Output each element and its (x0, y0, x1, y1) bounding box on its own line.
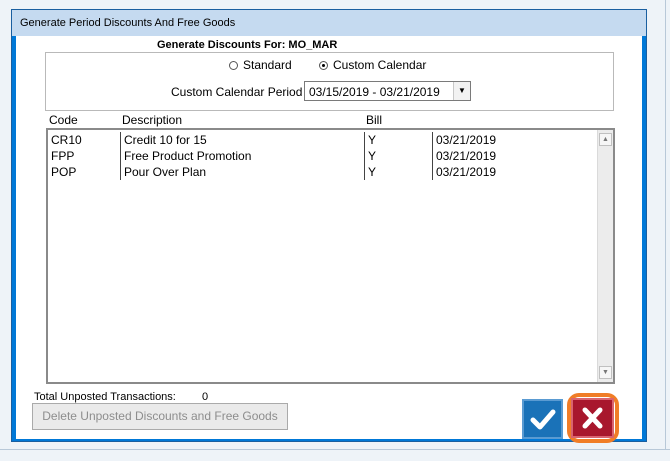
table-row[interactable]: FPP Free Product Promotion Y 03/21/2019 (48, 148, 599, 164)
cell-description: Credit 10 for 15 (120, 132, 364, 148)
cell-date: 03/21/2019 (432, 164, 552, 180)
column-header-description[interactable]: Description (122, 113, 182, 127)
total-unposted-value: 0 (202, 391, 209, 403)
generate-for-header: Generate Discounts For: MO_MAR (157, 39, 337, 51)
scroll-up-icon[interactable]: ▲ (599, 133, 612, 146)
chevron-down-icon[interactable]: ▼ (453, 82, 470, 100)
generate-for-value: MO_MAR (288, 39, 338, 51)
total-unposted-label: Total Unposted Transactions: (34, 391, 176, 403)
cell-description: Pour Over Plan (120, 164, 364, 180)
custom-calendar-radio[interactable]: Custom Calendar (319, 58, 426, 72)
radio-circle-icon (229, 60, 238, 70)
delete-unposted-button[interactable]: Delete Unposted Discounts and Free Goods (32, 403, 288, 430)
radio-selected-icon (319, 60, 328, 70)
cell-bill: Y (364, 132, 432, 148)
period-select-value: 03/15/2019 - 03/21/2019 (309, 85, 440, 99)
scroll-down-icon[interactable]: ▼ (599, 366, 612, 379)
bottom-divider (0, 449, 670, 450)
cell-date: 03/21/2019 (432, 132, 552, 148)
standard-radio-label: Standard (243, 58, 292, 72)
ok-button[interactable] (522, 399, 563, 439)
cell-date: 03/21/2019 (432, 148, 552, 164)
cell-bill: Y (364, 148, 432, 164)
cell-description: Free Product Promotion (120, 148, 364, 164)
table-row[interactable]: CR10 Credit 10 for 15 Y 03/21/2019 (48, 132, 599, 148)
cell-bill: Y (364, 164, 432, 180)
table-row[interactable]: POP Pour Over Plan Y 03/21/2019 (48, 164, 599, 180)
custom-calendar-radio-label: Custom Calendar (333, 58, 427, 72)
calendar-options-group: Standard Custom Calendar Custom Calendar… (45, 52, 614, 111)
column-header-code[interactable]: Code (49, 113, 78, 127)
standard-radio[interactable]: Standard (229, 58, 292, 72)
dialog-window: Generate Period Discounts And Free Goods… (11, 9, 647, 443)
period-select[interactable]: 03/15/2019 - 03/21/2019 ▼ (304, 81, 471, 101)
title-bar[interactable]: Generate Period Discounts And Free Goods (12, 10, 646, 36)
right-divider (665, 0, 666, 449)
window-title: Generate Period Discounts And Free Goods (20, 17, 236, 29)
close-x-icon (582, 407, 603, 429)
column-header-bill[interactable]: Bill (366, 113, 382, 127)
generate-for-label: Generate Discounts For: (157, 39, 286, 51)
dialog-body: Generate Discounts For: MO_MAR Standard … (16, 36, 642, 443)
checkmark-icon (530, 409, 556, 430)
cancel-button[interactable] (571, 398, 614, 438)
discount-table: CR10 Credit 10 for 15 Y 03/21/2019 FPP F… (46, 128, 615, 384)
period-label: Custom Calendar Period (171, 85, 303, 99)
vertical-scrollbar[interactable]: ▲ ▼ (597, 130, 613, 382)
cell-code: POP (51, 165, 77, 179)
cell-code: FPP (51, 149, 75, 163)
cell-code: CR10 (51, 133, 82, 147)
